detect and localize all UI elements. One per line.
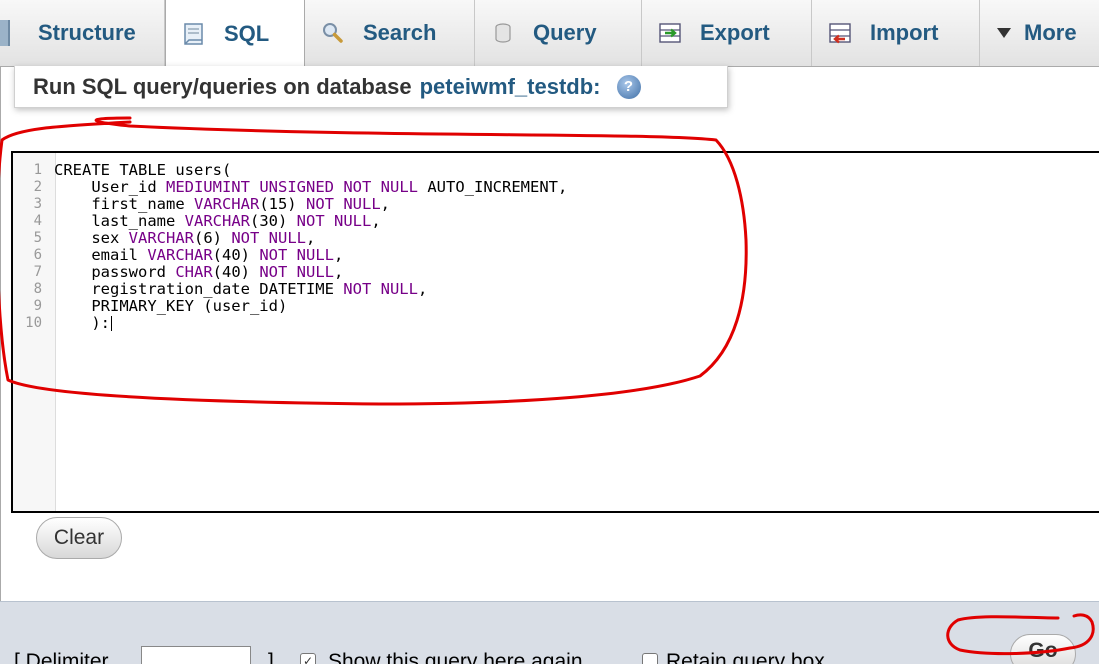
database-link[interactable]: peteiwmf_testdb: bbox=[420, 74, 601, 100]
code-line: 4 last_name VARCHAR(30) NOT NULL, bbox=[13, 213, 567, 230]
tab-structure[interactable]: Structure bbox=[12, 0, 165, 66]
line-number: 9 bbox=[33, 298, 42, 314]
tab-export-label: Export bbox=[700, 20, 770, 45]
tab-import-label: Import bbox=[870, 20, 939, 45]
code-area[interactable]: 1 CREATE TABLE users(2 User_id MEDIUMINT … bbox=[13, 162, 567, 332]
code-text: first_name VARCHAR(15) NOT NULL, bbox=[54, 195, 390, 213]
code-text: email VARCHAR(40) NOT NULL, bbox=[54, 246, 344, 264]
phpmyadmin-sql-page: Structure SQL Search Query Export Import… bbox=[0, 0, 1099, 664]
tab-bar: Structure SQL Search Query Export Import… bbox=[0, 0, 1099, 67]
code-line: 1 CREATE TABLE users( bbox=[13, 162, 567, 179]
line-number: 1 bbox=[33, 162, 42, 178]
retain-query-box-label: Retain query box bbox=[666, 650, 825, 664]
line-number: 5 bbox=[33, 230, 42, 246]
code-text: registration_date DATETIME NOT NULL, bbox=[54, 280, 428, 298]
go-button[interactable]: Go bbox=[1010, 634, 1076, 664]
code-line: 3 first_name VARCHAR(15) NOT NULL, bbox=[13, 196, 567, 213]
delimiter-label-end: ] bbox=[268, 650, 274, 664]
tab-export[interactable]: Export bbox=[642, 0, 812, 66]
triangle-down-icon bbox=[994, 19, 1014, 47]
database-query-icon bbox=[489, 19, 517, 47]
line-number: 7 bbox=[33, 264, 42, 280]
show-query-checkbox[interactable]: ✓ bbox=[300, 653, 316, 664]
code-text: sex VARCHAR(6) NOT NULL, bbox=[54, 229, 316, 247]
text-cursor bbox=[111, 316, 112, 331]
tab-more[interactable]: More bbox=[980, 0, 1099, 66]
code-text: password CHAR(40) NOT NULL, bbox=[54, 263, 344, 281]
sql-query-heading: Run SQL query/queries on database peteiw… bbox=[14, 66, 728, 108]
export-icon bbox=[656, 19, 684, 47]
clear-button[interactable]: Clear bbox=[36, 517, 122, 559]
sql-document-icon bbox=[180, 20, 208, 48]
code-line: 8 registration_date DATETIME NOT NULL, bbox=[13, 281, 567, 298]
code-line: 7 password CHAR(40) NOT NULL, bbox=[13, 264, 567, 281]
code-text: CREATE TABLE users( bbox=[54, 161, 232, 179]
line-number: 8 bbox=[33, 281, 42, 297]
tab-sql[interactable]: SQL bbox=[165, 0, 305, 67]
tab-import[interactable]: Import bbox=[812, 0, 980, 66]
tab-search[interactable]: Search bbox=[305, 0, 475, 66]
tab-more-label: More bbox=[1024, 20, 1077, 45]
tab-structure-label: Structure bbox=[38, 20, 136, 45]
retain-query-box-checkbox[interactable] bbox=[642, 653, 658, 664]
line-number: 2 bbox=[33, 179, 42, 195]
code-line: 10 ): bbox=[13, 315, 567, 332]
tab-query[interactable]: Query bbox=[475, 0, 642, 66]
line-number: 10 bbox=[25, 315, 42, 331]
code-text: PRIMARY_KEY (user_id) bbox=[54, 297, 288, 315]
tab-search-label: Search bbox=[363, 20, 437, 45]
show-query-label: Show this query here again bbox=[328, 650, 583, 664]
heading-text: Run SQL query/queries on database bbox=[33, 73, 412, 99]
sidebar-edge-icon bbox=[0, 20, 10, 46]
line-number: 3 bbox=[33, 196, 42, 212]
delimiter-input[interactable] bbox=[141, 646, 251, 664]
magnifier-icon bbox=[319, 19, 347, 47]
code-text: ): bbox=[54, 314, 112, 332]
help-icon[interactable]: ? bbox=[616, 74, 641, 99]
import-icon bbox=[826, 19, 854, 47]
code-line: 2 User_id MEDIUMINT UNSIGNED NOT NULL AU… bbox=[13, 178, 568, 196]
code-text: last_name VARCHAR(30) NOT NULL, bbox=[54, 212, 381, 230]
tab-query-label: Query bbox=[533, 20, 597, 45]
tab-sql-label: SQL bbox=[224, 20, 270, 46]
code-line: 5 sex VARCHAR(6) NOT NULL, bbox=[13, 230, 567, 247]
line-number: 6 bbox=[33, 247, 42, 263]
code-text: User_id MEDIUMINT UNSIGNED NOT NULL AUTO… bbox=[54, 178, 568, 196]
code-line: 6 email VARCHAR(40) NOT NULL, bbox=[13, 247, 567, 264]
sql-editor[interactable]: 1 CREATE TABLE users(2 User_id MEDIUMINT … bbox=[11, 151, 1099, 513]
delimiter-label: [ Delimiter bbox=[14, 650, 109, 664]
code-line: 9 PRIMARY_KEY (user_id) bbox=[13, 298, 567, 315]
line-number: 4 bbox=[33, 213, 42, 229]
